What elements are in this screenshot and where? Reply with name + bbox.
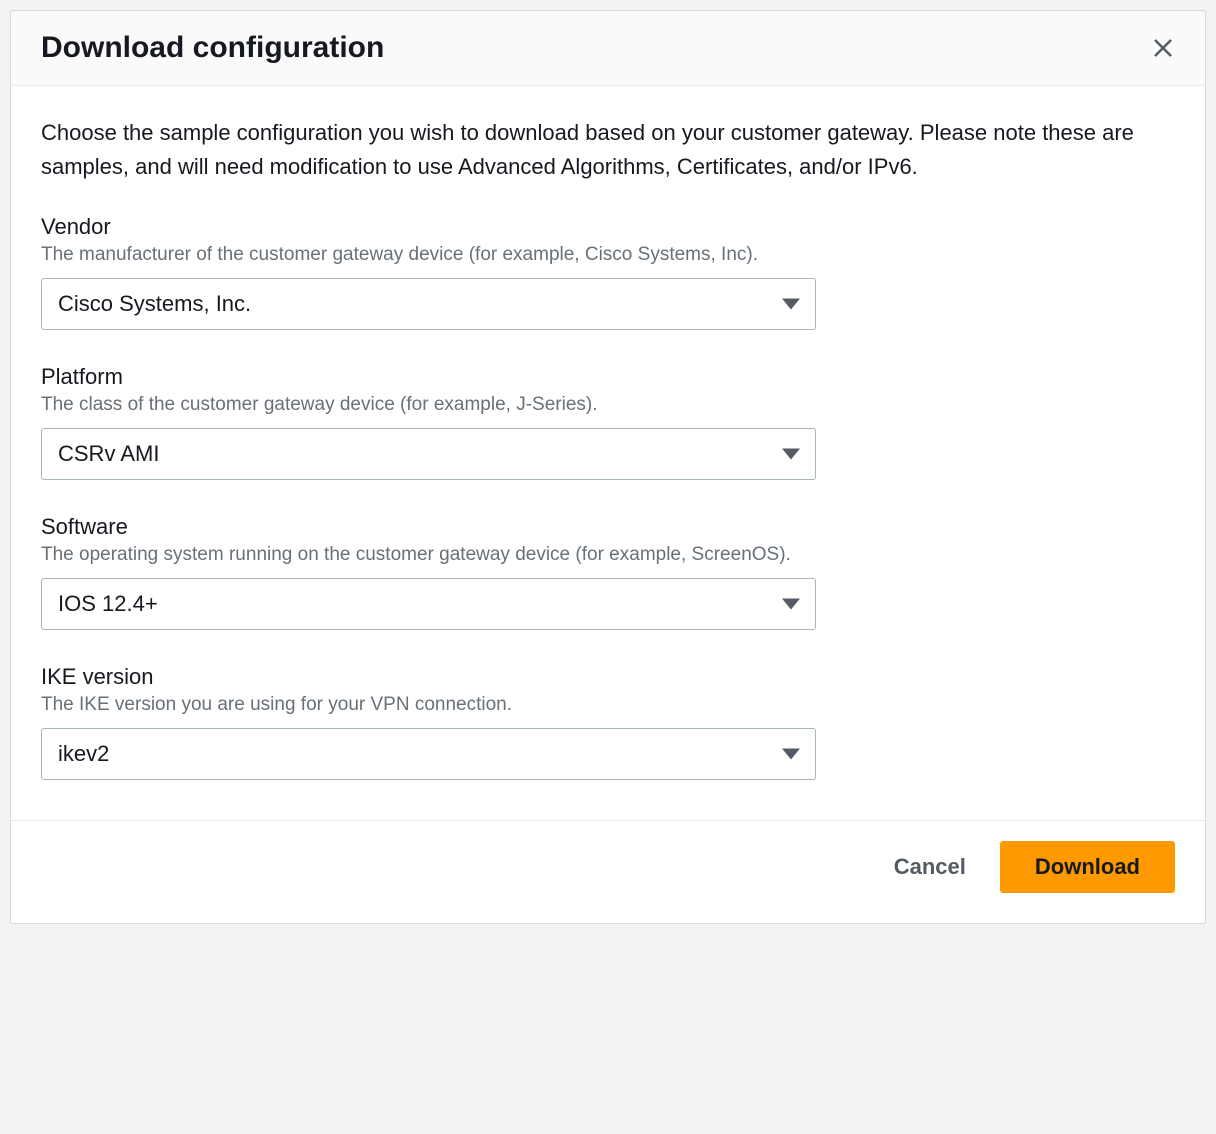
ike-hint: The IKE version you are using for your V…: [41, 694, 1175, 716]
vendor-label: Vendor: [41, 214, 1175, 240]
software-group: Software The operating system running on…: [41, 514, 1175, 630]
ike-select-wrapper: ikev2: [41, 728, 816, 780]
vendor-hint: The manufacturer of the customer gateway…: [41, 244, 1175, 266]
download-configuration-modal: Download configuration Choose the sample…: [10, 10, 1206, 924]
modal-title: Download configuration: [41, 31, 384, 65]
platform-hint: The class of the customer gateway device…: [41, 394, 1175, 416]
software-select[interactable]: IOS 12.4+: [41, 578, 816, 630]
software-label: Software: [41, 514, 1175, 540]
vendor-select[interactable]: Cisco Systems, Inc.: [41, 278, 816, 330]
modal-header: Download configuration: [11, 11, 1205, 86]
ike-select[interactable]: ikev2: [41, 728, 816, 780]
download-button[interactable]: Download: [1000, 841, 1175, 893]
vendor-select-wrapper: Cisco Systems, Inc.: [41, 278, 816, 330]
platform-select-wrapper: CSRv AMI: [41, 428, 816, 480]
platform-label: Platform: [41, 364, 1175, 390]
modal-body: Choose the sample configuration you wish…: [11, 86, 1205, 820]
cancel-button[interactable]: Cancel: [890, 842, 970, 892]
close-icon[interactable]: [1151, 36, 1175, 60]
ike-group: IKE version The IKE version you are usin…: [41, 664, 1175, 780]
platform-select[interactable]: CSRv AMI: [41, 428, 816, 480]
software-select-wrapper: IOS 12.4+: [41, 578, 816, 630]
platform-group: Platform The class of the customer gatew…: [41, 364, 1175, 480]
modal-description: Choose the sample configuration you wish…: [41, 116, 1175, 184]
modal-footer: Cancel Download: [11, 820, 1205, 923]
vendor-group: Vendor The manufacturer of the customer …: [41, 214, 1175, 330]
software-hint: The operating system running on the cust…: [41, 544, 1175, 566]
ike-label: IKE version: [41, 664, 1175, 690]
